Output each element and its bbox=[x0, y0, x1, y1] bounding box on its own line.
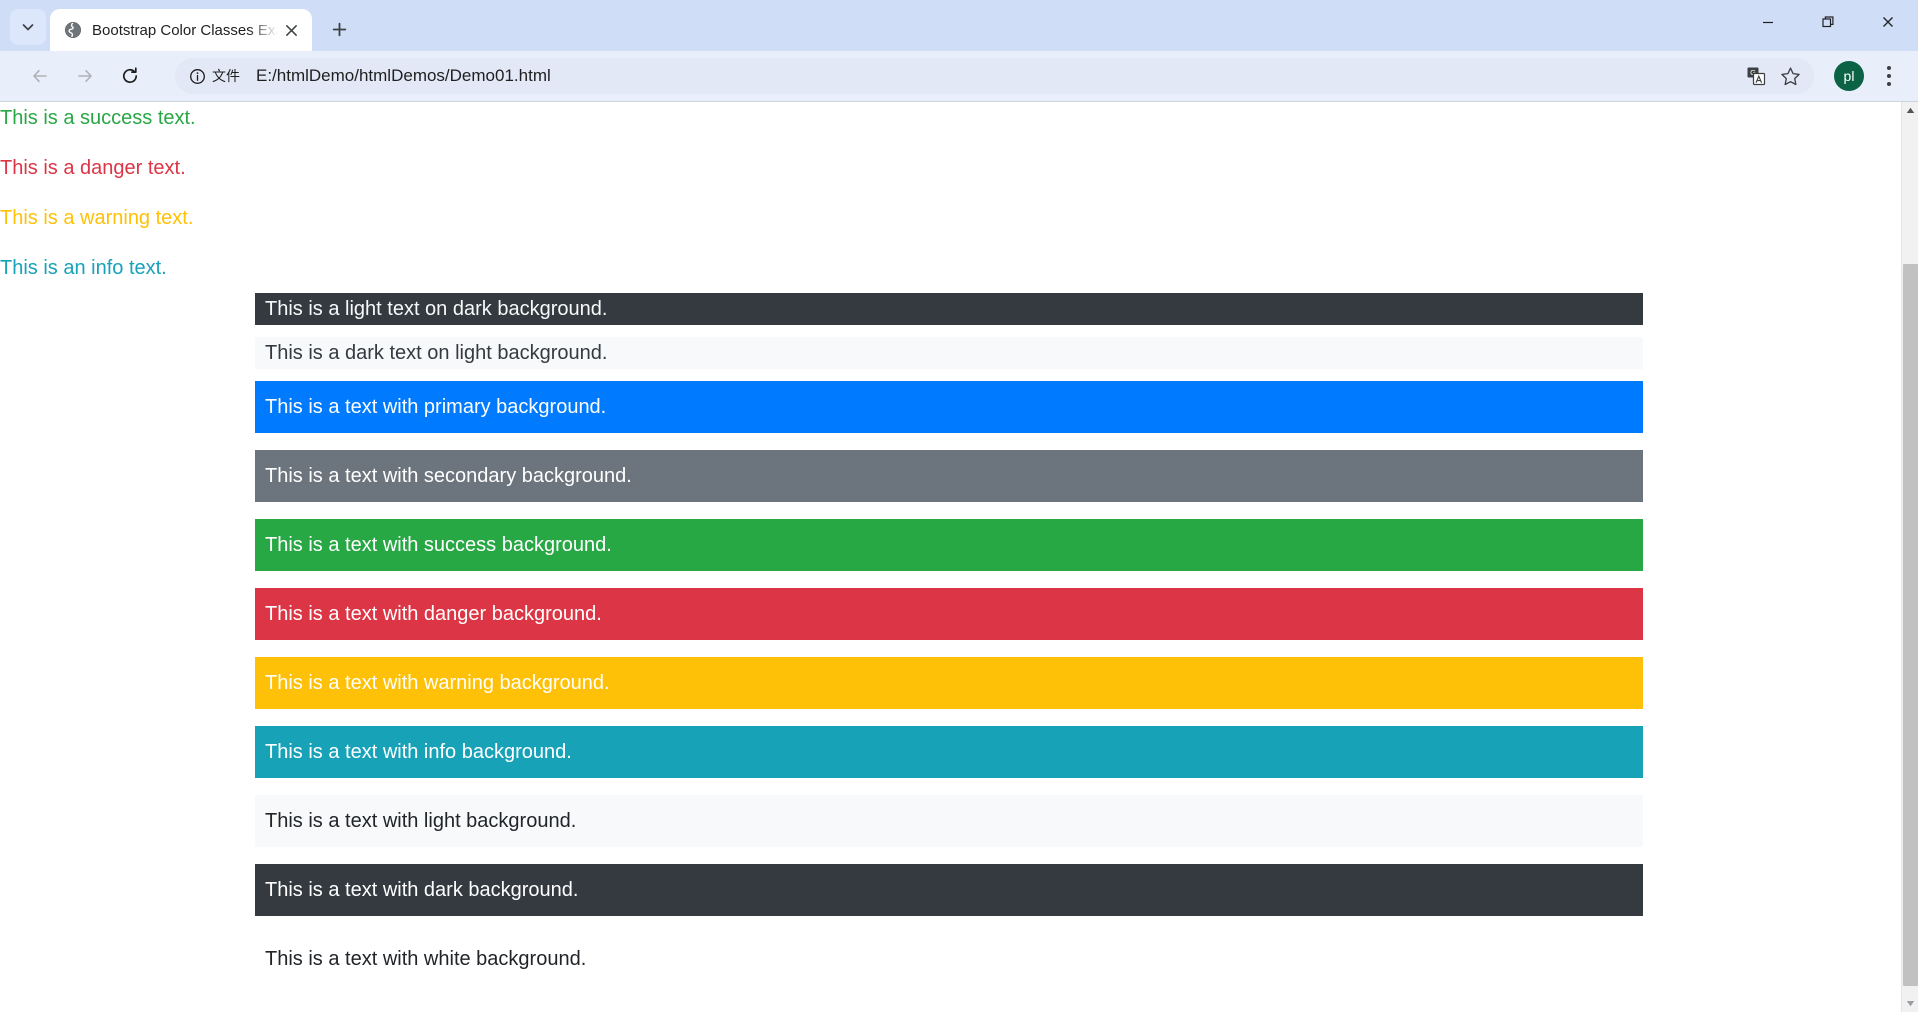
scroll-down-button[interactable] bbox=[1902, 995, 1918, 1012]
globe-icon bbox=[64, 21, 82, 39]
forward-button[interactable] bbox=[67, 58, 103, 94]
kebab-menu-icon bbox=[1887, 82, 1891, 86]
close-icon bbox=[285, 24, 297, 36]
background-bar-row: This is a text with success background. bbox=[0, 519, 1886, 571]
window-controls bbox=[1738, 0, 1918, 44]
back-button[interactable] bbox=[22, 58, 58, 94]
new-tab-button[interactable] bbox=[322, 12, 356, 46]
background-bar-row: This is a text with secondary background… bbox=[0, 450, 1886, 502]
background-bar: This is a light text on dark background. bbox=[255, 293, 1643, 325]
background-bar: This is a text with warning background. bbox=[255, 657, 1643, 709]
colored-text-line: This is a danger text. bbox=[0, 157, 186, 179]
minimize-button[interactable] bbox=[1738, 0, 1798, 44]
background-bar-row: This is a text with white background. bbox=[0, 933, 1886, 985]
background-bar: This is a text with light background. bbox=[255, 795, 1643, 847]
forward-arrow-icon bbox=[78, 69, 92, 83]
omnibox-actions: G bbox=[1738, 60, 1806, 92]
site-chip-label: 文件 bbox=[212, 68, 240, 84]
info-circle-icon bbox=[190, 68, 205, 84]
background-bar: This is a text with secondary background… bbox=[255, 450, 1643, 502]
browser-window: Bootstrap Color Classes Exam 文件 E:/htmlD… bbox=[0, 0, 1918, 1012]
background-bar-row: This is a text with info background. bbox=[0, 726, 1886, 778]
translate-icon: G bbox=[1747, 67, 1766, 86]
browser-toolbar: 文件 E:/htmlDemo/htmlDemos/Demo01.html G p… bbox=[0, 51, 1918, 101]
background-bar: This is a text with info background. bbox=[255, 726, 1643, 778]
background-bar: This is a dark text on light background. bbox=[255, 337, 1643, 369]
background-bar-row: This is a text with danger background. bbox=[0, 588, 1886, 640]
background-bar-row: This is a light text on dark background. bbox=[0, 293, 1886, 325]
minimize-icon bbox=[1763, 21, 1773, 24]
page-viewport: This is a success text. This is a danger … bbox=[0, 101, 1918, 1012]
page-content: This is a success text. This is a danger … bbox=[0, 102, 1886, 1002]
profile-avatar[interactable]: pl bbox=[1834, 61, 1864, 91]
star-icon bbox=[1780, 66, 1800, 85]
background-bar: This is a text with white background. bbox=[255, 933, 1643, 985]
tab-strip: Bootstrap Color Classes Exam bbox=[0, 0, 1918, 51]
close-icon bbox=[1883, 17, 1893, 27]
caret-down-icon bbox=[1906, 1001, 1915, 1007]
translate-button[interactable]: G bbox=[1740, 60, 1772, 92]
browser-menu-button[interactable] bbox=[1872, 59, 1906, 93]
page-scrollbar[interactable] bbox=[1901, 102, 1918, 1012]
caret-up-icon bbox=[1906, 107, 1915, 113]
colored-text-line: This is a success text. bbox=[0, 107, 196, 129]
chevron-down-icon bbox=[22, 24, 34, 31]
colored-text-line: This is a warning text. bbox=[0, 207, 194, 229]
background-bar-row: This is a dark text on light background. bbox=[0, 337, 1886, 369]
restore-button[interactable] bbox=[1798, 0, 1858, 44]
reload-button[interactable] bbox=[112, 58, 148, 94]
background-bar-row: This is a text with warning background. bbox=[0, 657, 1886, 709]
kebab-menu-icon bbox=[1887, 66, 1891, 70]
restore-icon bbox=[1822, 16, 1834, 28]
background-bar-row: This is a text with light background. bbox=[0, 795, 1886, 847]
address-bar-url: E:/htmlDemo/htmlDemos/Demo01.html bbox=[256, 66, 551, 85]
address-bar[interactable]: 文件 E:/htmlDemo/htmlDemos/Demo01.html G bbox=[175, 58, 1814, 94]
tab-title: Bootstrap Color Classes Exam bbox=[92, 21, 278, 39]
tab-search-button[interactable] bbox=[10, 9, 46, 45]
scroll-up-button[interactable] bbox=[1902, 102, 1918, 119]
background-bar: This is a text with dark background. bbox=[255, 864, 1643, 916]
colored-text-line: This is an info text. bbox=[0, 257, 167, 279]
kebab-menu-icon bbox=[1887, 74, 1891, 78]
reload-icon bbox=[122, 67, 138, 84]
scrollbar-thumb[interactable] bbox=[1903, 264, 1918, 986]
avatar-initials: pl bbox=[1843, 68, 1855, 84]
background-bar: This is a text with success background. bbox=[255, 519, 1643, 571]
back-arrow-icon bbox=[33, 69, 47, 83]
browser-tab-active[interactable]: Bootstrap Color Classes Exam bbox=[50, 9, 312, 51]
close-button[interactable] bbox=[1858, 0, 1918, 44]
background-bar: This is a text with primary background. bbox=[255, 381, 1643, 433]
background-bar-row: This is a text with dark background. bbox=[0, 864, 1886, 916]
background-bar-row: This is a text with primary background. bbox=[0, 381, 1886, 433]
plus-icon bbox=[332, 22, 346, 36]
bookmark-button[interactable] bbox=[1774, 60, 1806, 92]
tab-close-button[interactable] bbox=[278, 17, 304, 43]
site-info-chip[interactable]: 文件 bbox=[181, 62, 250, 90]
background-bar: This is a text with danger background. bbox=[255, 588, 1643, 640]
